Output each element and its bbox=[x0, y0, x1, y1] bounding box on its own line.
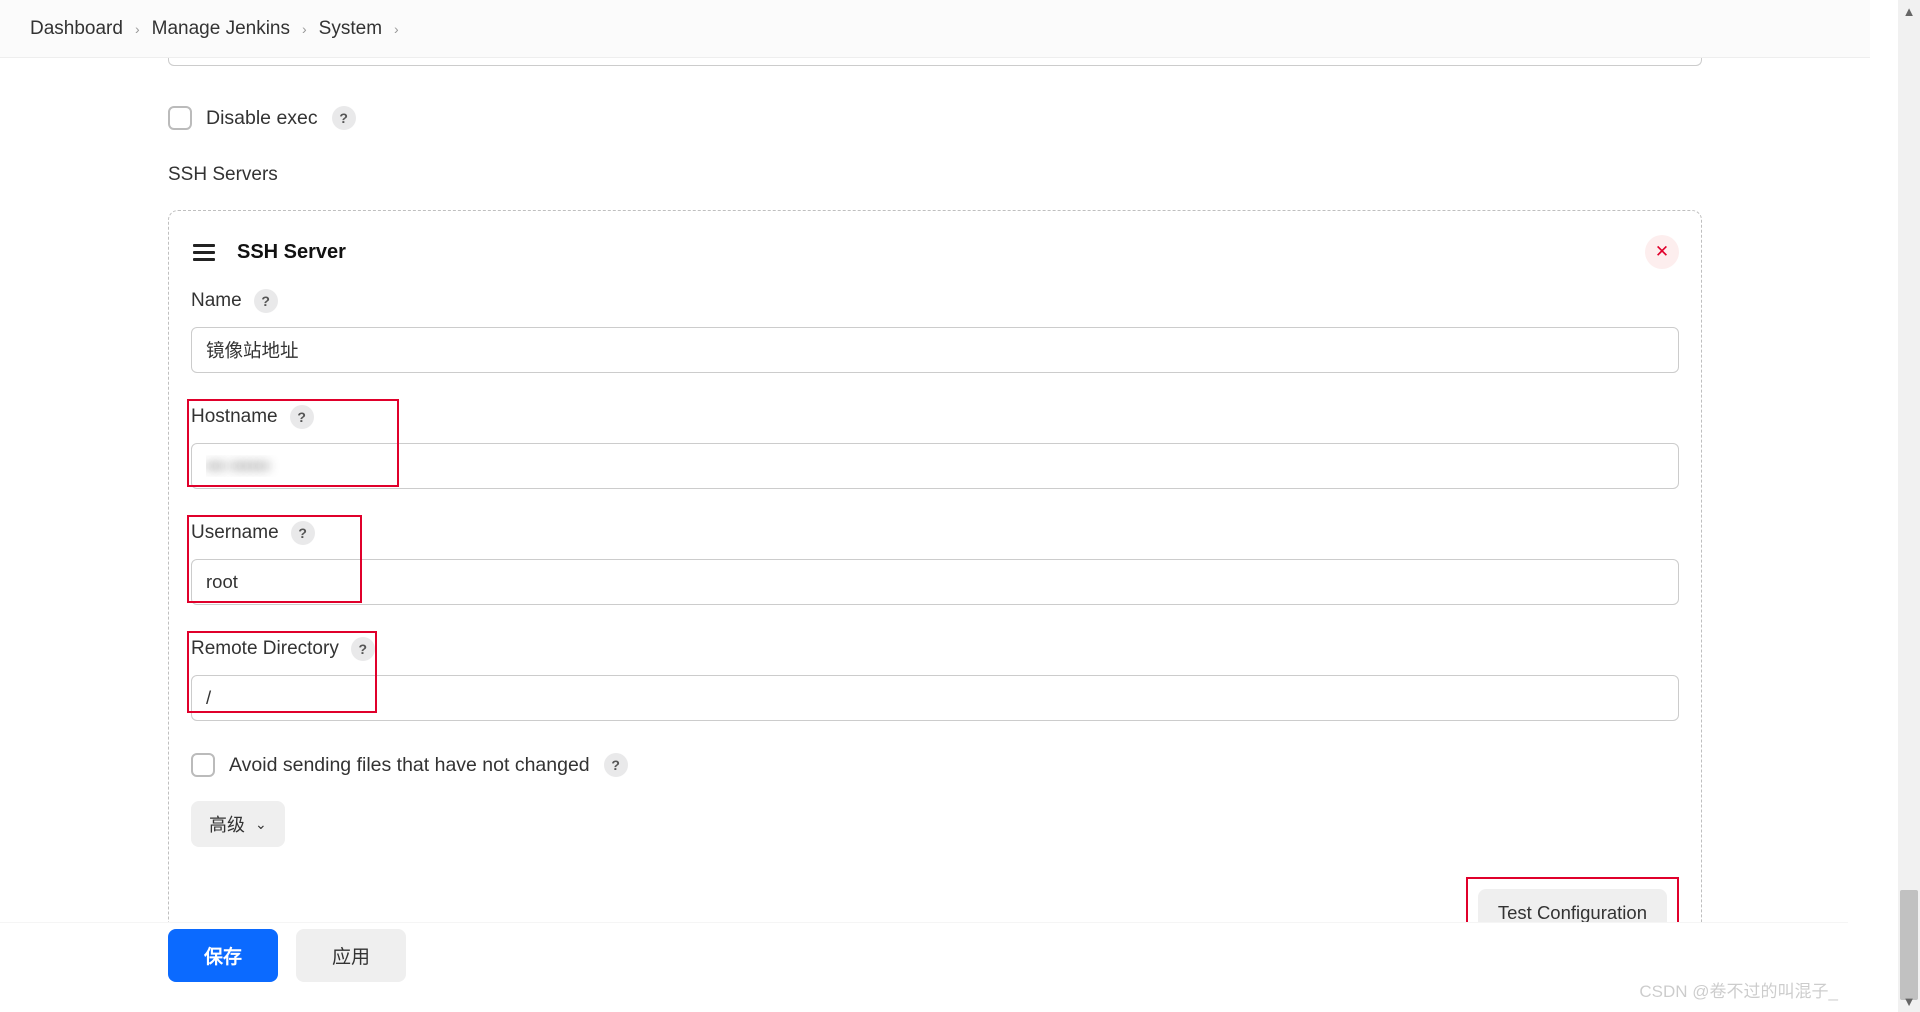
help-icon[interactable]: ? bbox=[291, 521, 315, 545]
previous-field-cutoff bbox=[168, 58, 1702, 66]
scrollbar-thumb[interactable] bbox=[1900, 890, 1918, 1000]
chevron-right-icon: › bbox=[302, 21, 307, 37]
chevron-down-icon: ⌄ bbox=[255, 816, 267, 833]
hostname-label: Hostname bbox=[191, 406, 278, 428]
username-label: Username bbox=[191, 522, 279, 544]
help-icon[interactable]: ? bbox=[290, 405, 314, 429]
chevron-right-icon: › bbox=[135, 21, 140, 37]
ssh-servers-heading: SSH Servers bbox=[168, 164, 1702, 186]
breadcrumb-dashboard[interactable]: Dashboard bbox=[30, 18, 123, 40]
scrollbar-up-icon[interactable]: ▲ bbox=[1898, 0, 1920, 22]
name-label: Name bbox=[191, 290, 242, 312]
drag-handle-icon[interactable] bbox=[191, 242, 217, 263]
help-icon[interactable]: ? bbox=[254, 289, 278, 313]
help-icon[interactable]: ? bbox=[351, 637, 375, 661]
avoid-unchanged-checkbox[interactable] bbox=[191, 753, 215, 777]
bottom-action-bar: 保存 应用 bbox=[0, 922, 1848, 1012]
hostname-input[interactable] bbox=[191, 443, 1679, 489]
remove-server-button[interactable]: ✕ bbox=[1645, 235, 1679, 269]
save-button[interactable]: 保存 bbox=[168, 929, 278, 982]
chevron-right-icon: › bbox=[394, 21, 399, 37]
breadcrumb-manage-jenkins[interactable]: Manage Jenkins bbox=[152, 18, 290, 40]
advanced-toggle[interactable]: 高级 ⌄ bbox=[191, 801, 285, 847]
panel-title: SSH Server bbox=[237, 241, 346, 264]
disable-exec-label: Disable exec bbox=[206, 107, 318, 130]
remote-directory-label: Remote Directory bbox=[191, 638, 339, 660]
remote-directory-input[interactable] bbox=[191, 675, 1679, 721]
avoid-unchanged-label: Avoid sending files that have not change… bbox=[229, 754, 590, 777]
scrollbar-down-icon[interactable]: ▼ bbox=[1898, 990, 1920, 1012]
name-input[interactable] bbox=[191, 327, 1679, 373]
scrollbar-track[interactable]: ▲ ▼ bbox=[1898, 0, 1920, 1012]
disable-exec-row: Disable exec ? bbox=[168, 106, 1702, 130]
apply-button[interactable]: 应用 bbox=[296, 929, 406, 982]
help-icon[interactable]: ? bbox=[332, 106, 356, 130]
disable-exec-checkbox[interactable] bbox=[168, 106, 192, 130]
help-icon[interactable]: ? bbox=[604, 753, 628, 777]
advanced-label: 高级 bbox=[209, 811, 245, 837]
username-input[interactable] bbox=[191, 559, 1679, 605]
ssh-server-panel: SSH Server ✕ Name ? Hostname ? bbox=[168, 210, 1702, 974]
close-icon: ✕ bbox=[1655, 242, 1669, 262]
watermark: CSDN @卷不过的叫混子_ bbox=[1639, 977, 1838, 1002]
breadcrumb: Dashboard › Manage Jenkins › System › bbox=[0, 0, 1870, 58]
breadcrumb-system[interactable]: System bbox=[319, 18, 382, 40]
